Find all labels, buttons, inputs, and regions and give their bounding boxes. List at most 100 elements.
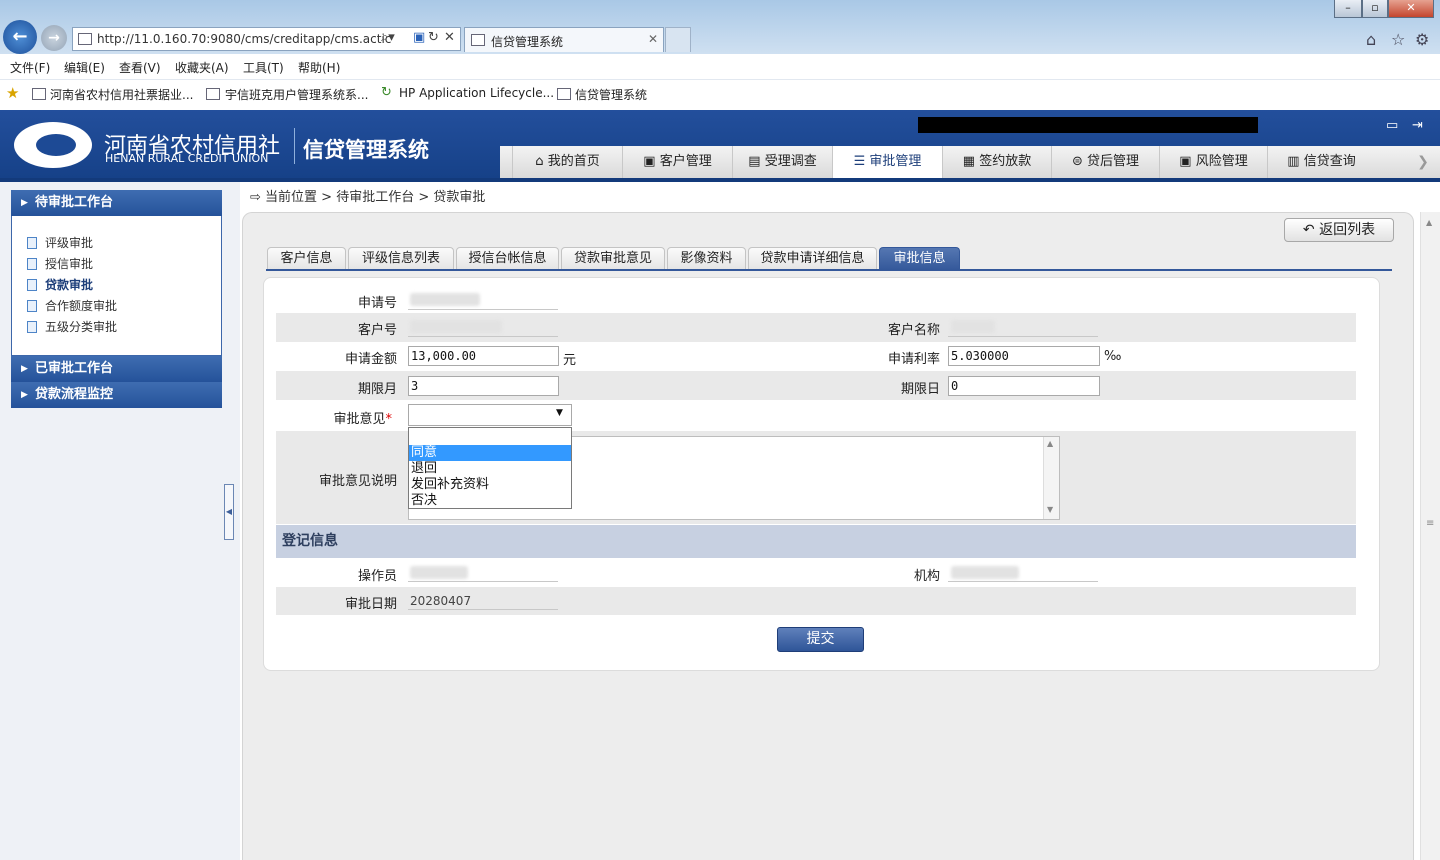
menu-bar: 文件(F) 编辑(E) 查看(V) 收藏夹(A) 工具(T) 帮助(H) — [0, 54, 1440, 80]
refresh-icon[interactable]: ↻ — [428, 30, 439, 45]
menu-favorites[interactable]: 收藏夹(A) — [175, 59, 229, 76]
document-icon — [27, 237, 37, 249]
fav-item-bill[interactable]: 河南省农村信用社票据业... — [50, 86, 193, 103]
org-value — [951, 566, 1019, 579]
address-bar[interactable]: http://11.0.160.70:9080/cms/creditapp/cm… — [72, 27, 461, 51]
monitor-icon[interactable]: ▭ — [1386, 118, 1398, 133]
nav-postloan[interactable]: ⊜ 贷后管理 — [1051, 146, 1159, 178]
minimize-button[interactable]: – — [1334, 0, 1362, 18]
customer-no-label: 客户号 — [357, 323, 397, 338]
term-month-input[interactable]: 3 — [408, 376, 559, 396]
tab-approval-info[interactable]: 审批信息 — [879, 247, 960, 270]
logo-divider — [294, 128, 295, 164]
sidebar-item-loan[interactable]: 贷款审批 — [27, 276, 93, 294]
application-no-label: 申请号 — [357, 296, 397, 311]
nav-contract[interactable]: ▦ 签约放款 — [942, 146, 1051, 178]
menu-file[interactable]: 文件(F) — [10, 59, 50, 76]
back-arrow-icon[interactable]: ← — [3, 20, 37, 54]
triangle-right-icon: ▶ — [21, 198, 28, 208]
sidebar-section-approved[interactable]: ▶ 已审批工作台 — [11, 356, 222, 382]
home-icon: ⌂ — [535, 154, 548, 169]
survey-icon: ▤ — [748, 154, 765, 169]
operator-label: 操作员 — [357, 569, 397, 584]
contract-icon: ▦ — [962, 154, 980, 169]
fav-page-icon — [206, 88, 220, 100]
nav-survey[interactable]: ▤ 受理调查 — [732, 146, 832, 178]
maximize-button[interactable]: ▫ — [1362, 0, 1388, 18]
back-to-list-button[interactable]: ↶ 返回列表 — [1284, 218, 1394, 242]
field-underline — [948, 581, 1098, 582]
logout-icon[interactable]: ⇥ — [1412, 118, 1423, 133]
scroll-up-icon[interactable]: ▲ — [1047, 439, 1053, 448]
field-underline — [408, 336, 558, 337]
tab-credit-ledger[interactable]: 授信台帐信息 — [456, 247, 559, 270]
nav-query[interactable]: ▥ 信贷查询 — [1267, 146, 1375, 178]
nav-home[interactable]: ⌂ 我的首页 — [512, 146, 622, 178]
textarea-scrollbar[interactable]: ▲ ▼ — [1043, 437, 1059, 519]
sidebar-collapse-icon[interactable]: ◀ — [224, 484, 234, 540]
system-title: 信贷管理系统 — [303, 138, 429, 162]
opinion-option-reject[interactable]: 否决 — [409, 493, 571, 509]
close-window-button[interactable]: ✕ — [1388, 0, 1434, 18]
field-underline — [408, 309, 558, 310]
submit-button[interactable]: 提交 — [777, 627, 864, 652]
scroll-up-icon[interactable]: ▲ — [1426, 218, 1432, 227]
field-underline — [408, 581, 558, 582]
menu-view[interactable]: 查看(V) — [119, 59, 161, 76]
compat-view-icon[interactable]: ▣ — [413, 30, 425, 45]
sidebar-section-pending[interactable]: ▶ 待审批工作台 — [11, 190, 222, 216]
new-tab-button[interactable] — [665, 27, 691, 52]
sidebar-item-five-class[interactable]: 五级分类审批 — [27, 318, 117, 336]
home-page-icon[interactable]: ⌂ — [1366, 30, 1376, 49]
tab-close-icon[interactable]: ✕ — [648, 32, 658, 46]
location-icon: ⇨ — [250, 190, 266, 205]
browser-tab-active[interactable]: 信贷管理系统 ✕ — [464, 27, 664, 52]
document-icon — [27, 258, 37, 270]
menu-edit[interactable]: 编辑(E) — [64, 59, 105, 76]
nav-customer[interactable]: ▣ 客户管理 — [622, 146, 732, 178]
sidebar-item-coop-limit[interactable]: 合作额度审批 — [27, 297, 117, 315]
opinion-option-agree[interactable]: 同意 — [409, 445, 571, 461]
tab-loan-opinion[interactable]: 贷款审批意见 — [561, 247, 665, 270]
nav-risk[interactable]: ▣ 风险管理 — [1159, 146, 1267, 178]
amount-label: 申请金额 — [344, 352, 397, 367]
amount-input[interactable]: 13,000.00 — [408, 346, 559, 366]
sidebar-section-monitor[interactable]: ▶ 贷款流程监控 — [11, 382, 222, 408]
settings-gear-icon[interactable]: ⚙ — [1415, 30, 1429, 49]
stop-icon[interactable]: ✕ — [444, 30, 455, 45]
breadcrumb: ⇨ 当前位置 > 待审批工作台 > 贷款审批 — [250, 190, 486, 205]
dropdown-arrow-icon[interactable]: ▼ — [556, 408, 563, 418]
search-icon[interactable]: ⌕▾ — [381, 30, 395, 45]
sidebar-item-credit[interactable]: 授信审批 — [27, 255, 93, 273]
query-icon: ▥ — [1287, 154, 1304, 169]
customer-icon: ▣ — [643, 154, 660, 169]
scroll-thumb-grip-icon[interactable]: ≡ — [1426, 518, 1434, 529]
favorites-star-add-icon[interactable]: ★ — [6, 84, 19, 102]
nav-approval[interactable]: ☰ 审批管理 — [832, 146, 942, 178]
opinion-select[interactable] — [408, 404, 572, 426]
rate-input[interactable]: 5.030000 — [948, 346, 1100, 366]
rate-label: 申请利率 — [887, 352, 940, 367]
tab-rating-list[interactable]: 评级信息列表 — [348, 247, 454, 270]
fav-item-credit-system[interactable]: 信贷管理系统 — [575, 86, 647, 103]
sidebar-item-rating[interactable]: 评级审批 — [27, 234, 93, 252]
menu-tools[interactable]: 工具(T) — [243, 59, 284, 76]
forward-arrow-icon[interactable]: → — [41, 25, 67, 51]
term-day-input[interactable]: 0 — [948, 376, 1100, 396]
tab-customer-info[interactable]: 客户信息 — [267, 247, 346, 270]
tab-images[interactable]: 影像资料 — [667, 247, 746, 270]
page-scrollbar[interactable]: ▲ ≡ — [1420, 212, 1440, 860]
tab-loan-detail[interactable]: 贷款申请详细信息 — [748, 247, 877, 270]
opinion-option-return[interactable]: 退回 — [409, 461, 571, 477]
nav-scroll-right-icon[interactable]: ❯ — [1406, 146, 1440, 178]
menu-help[interactable]: 帮助(H) — [298, 59, 340, 76]
term-month-label: 期限月 — [357, 382, 397, 397]
opinion-desc-label: 审批意见说明 — [318, 474, 397, 489]
fav-item-usermgmt[interactable]: 宇信班克用户管理系统系... — [225, 86, 368, 103]
scroll-down-icon[interactable]: ▼ — [1047, 505, 1053, 514]
favorites-star-icon[interactable]: ☆ — [1391, 30, 1405, 49]
opinion-option-supplement[interactable]: 发回补充资料 — [409, 477, 571, 493]
return-arrow-icon: ↶ — [1302, 222, 1320, 238]
fav-item-hp-alm[interactable]: HP Application Lifecycle... — [399, 86, 554, 100]
opinion-option-empty[interactable] — [409, 428, 571, 444]
